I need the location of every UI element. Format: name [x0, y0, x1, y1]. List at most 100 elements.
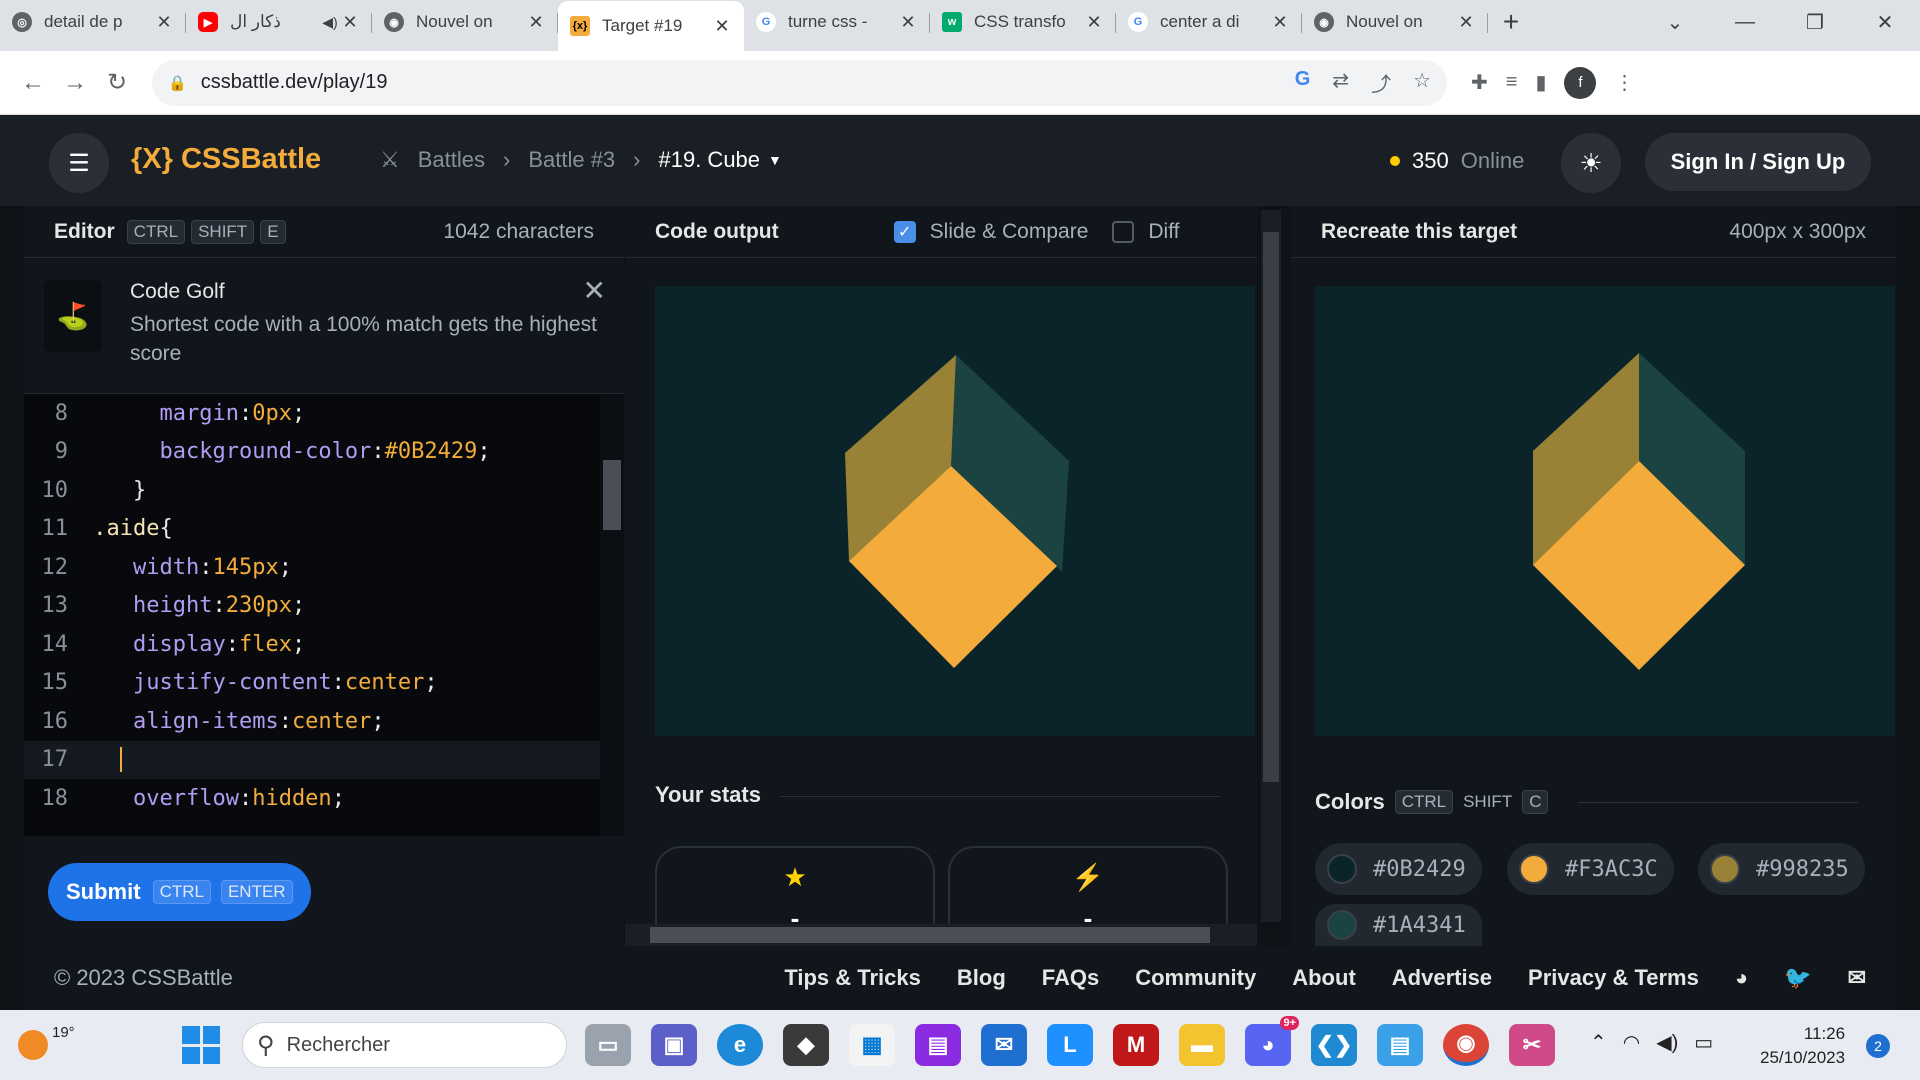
cssbattle-logo[interactable]: {X} CSSBattle [131, 143, 321, 176]
back-icon[interactable]: ← [12, 69, 54, 97]
chevron-up-icon[interactable]: ⌃ [1590, 1030, 1607, 1055]
windows-start-icon[interactable] [182, 1026, 220, 1064]
restore-button[interactable]: ❐ [1780, 10, 1850, 35]
mail-icon[interactable]: ✉ [1848, 965, 1866, 991]
editor-scrollbar[interactable] [600, 394, 624, 836]
new-tab-button[interactable]: + [1488, 1, 1534, 43]
checkbox-checked-icon[interactable]: ✓ [893, 220, 916, 243]
forward-icon[interactable]: → [54, 69, 96, 97]
code-line[interactable]: 8 margin:0px; [24, 394, 624, 433]
chrome-taskbar-icon[interactable]: ◉ [1443, 1024, 1489, 1066]
code-line[interactable]: 12 width:145px; [24, 548, 624, 587]
close-tab-icon[interactable]: ✕ [340, 12, 360, 33]
browser-tab[interactable]: G turne css - ✕ [744, 1, 930, 43]
checkbox-unchecked-icon[interactable] [1112, 220, 1135, 243]
l-app-icon[interactable]: L [1047, 1024, 1093, 1066]
reload-icon[interactable]: ↻ [96, 68, 138, 97]
color-swatch[interactable]: #0B2429 [1315, 843, 1482, 895]
code-line[interactable]: 16 align-items:center; [24, 702, 624, 741]
profile-avatar[interactable]: f [1564, 66, 1597, 99]
volume-icon[interactable]: ◀) [1656, 1030, 1678, 1055]
minimize-button[interactable]: — [1710, 11, 1780, 34]
footer-link-tips[interactable]: Tips & Tricks [784, 965, 921, 991]
vscode-icon[interactable]: ❮❯ [1311, 1024, 1357, 1066]
footer-link-advertise[interactable]: Advertise [1392, 965, 1492, 991]
media-control-icon[interactable]: ≡ [1506, 71, 1518, 94]
code-line-current[interactable]: 17 [24, 740, 624, 779]
breadcrumb-battle[interactable]: Battle #3 [528, 147, 615, 173]
code-line[interactable]: 14 display:flex; [24, 625, 624, 664]
footer-link-blog[interactable]: Blog [957, 965, 1006, 991]
color-swatch[interactable]: #F3AC3C [1507, 843, 1674, 895]
browser-tab[interactable]: G center a di ✕ [1116, 1, 1302, 43]
close-tab-icon[interactable]: ✕ [1270, 12, 1290, 33]
side-panel-icon[interactable]: ▮ [1535, 70, 1546, 95]
browser-tab[interactable]: ◉ Nouvel on ✕ [1302, 1, 1488, 43]
git-icon[interactable]: ◆ [783, 1024, 829, 1066]
target-canvas[interactable] [1315, 286, 1895, 736]
color-swatch[interactable]: #998235 [1698, 843, 1865, 895]
caret-down-icon[interactable]: ▼ [768, 152, 782, 168]
taskbar-clock[interactable]: 11:26 25/10/2023 [1760, 1022, 1845, 1070]
output-canvas[interactable] [655, 286, 1255, 736]
footer-link-faqs[interactable]: FAQs [1042, 965, 1099, 991]
winrar-icon[interactable]: ▤ [915, 1024, 961, 1066]
browser-tab[interactable]: ◉ Nouvel on ✕ [372, 1, 558, 43]
close-tab-icon[interactable]: ✕ [712, 16, 732, 37]
close-tab-icon[interactable]: ✕ [1456, 12, 1476, 33]
discord-taskbar-icon[interactable]: ◕ 9+ [1245, 1016, 1299, 1066]
footer-link-about[interactable]: About [1292, 965, 1356, 991]
breadcrumb-current[interactable]: #19. Cube [659, 147, 761, 173]
address-bar[interactable]: 🔒 cssbattle.dev/play/19 G ⇄ ⤴ ☆ [152, 59, 1447, 106]
submit-button[interactable]: Submit CTRL ENTER [48, 863, 311, 921]
share-icon[interactable]: ⤴ [1371, 68, 1391, 97]
code-line[interactable]: 13 height:230px; [24, 587, 624, 626]
browser-tab[interactable]: ▶ ذكار ال ◀) ✕ [186, 1, 372, 43]
mcafee-icon[interactable]: M [1113, 1024, 1159, 1066]
breadcrumb-battles[interactable]: Battles [418, 147, 485, 173]
sign-in-button[interactable]: Sign In / Sign Up [1645, 133, 1871, 191]
twitter-icon[interactable]: 🐦 [1784, 965, 1811, 991]
snipping-tool-icon[interactable]: ✂ [1509, 1024, 1555, 1066]
mute-icon[interactable]: ◀) [320, 14, 340, 31]
file-explorer-icon[interactable]: ▬ [1179, 1024, 1225, 1066]
google-icon[interactable]: G [1295, 68, 1311, 97]
mail-app-icon[interactable]: ✉ [981, 1024, 1027, 1066]
menu-icon[interactable]: ☰ [49, 133, 109, 193]
close-tab-icon[interactable]: ✕ [154, 12, 174, 33]
battery-icon[interactable]: ▭ [1694, 1030, 1713, 1055]
bookmark-star-icon[interactable]: ☆ [1413, 68, 1431, 97]
code-line[interactable]: 10 } [24, 471, 624, 510]
slide-compare-checkbox[interactable]: ✓ Slide & Compare [893, 220, 1088, 244]
browser-tab[interactable]: w CSS transfo ✕ [930, 1, 1116, 43]
notepad-icon[interactable]: ▤ [1377, 1024, 1423, 1066]
close-tab-icon[interactable]: ✕ [1084, 12, 1104, 33]
taskbar-search[interactable]: ⚲ Rechercher [242, 1022, 567, 1068]
code-line[interactable]: 11 .aide{ [24, 510, 624, 549]
notification-badge[interactable]: 2 [1866, 1034, 1890, 1058]
tab-search-icon[interactable]: ⌄ [1640, 10, 1710, 35]
browser-tab-active[interactable]: {x} Target #19 ✕ [558, 1, 744, 51]
output-horizontal-scrollbar[interactable] [625, 924, 1257, 946]
browser-tab[interactable]: ◎ detail de p ✕ [0, 1, 186, 43]
code-editor[interactable]: 8 margin:0px; 9 background-color:#0B2429… [24, 394, 624, 836]
extensions-icon[interactable]: ✚ [1471, 70, 1488, 95]
diff-checkbox[interactable]: Diff [1112, 220, 1180, 244]
chrome-menu-icon[interactable]: ⋮ [1614, 70, 1634, 95]
footer-link-privacy[interactable]: Privacy & Terms [1528, 965, 1699, 991]
wifi-icon[interactable]: ◠ [1623, 1030, 1640, 1055]
lock-icon[interactable]: 🔒 [168, 74, 187, 92]
code-line[interactable]: 15 justify-content:center; [24, 664, 624, 703]
code-line[interactable]: 18 overflow:hidden; [24, 779, 624, 818]
close-window-button[interactable]: ✕ [1850, 10, 1920, 35]
close-tip-icon[interactable]: ✕ [583, 274, 606, 307]
theme-toggle-sun-icon[interactable]: ☀ [1561, 133, 1621, 193]
store-icon[interactable]: ▦ [849, 1024, 895, 1066]
teams-icon[interactable]: ▣ [651, 1024, 697, 1066]
discord-icon[interactable]: ◕ [1735, 965, 1748, 991]
footer-link-community[interactable]: Community [1135, 965, 1256, 991]
translate-icon[interactable]: ⇄ [1332, 68, 1349, 97]
color-swatch[interactable]: #1A4341 [1315, 904, 1482, 946]
edge-icon[interactable]: e [717, 1024, 763, 1066]
weather-widget[interactable]: 19° [18, 1024, 75, 1060]
